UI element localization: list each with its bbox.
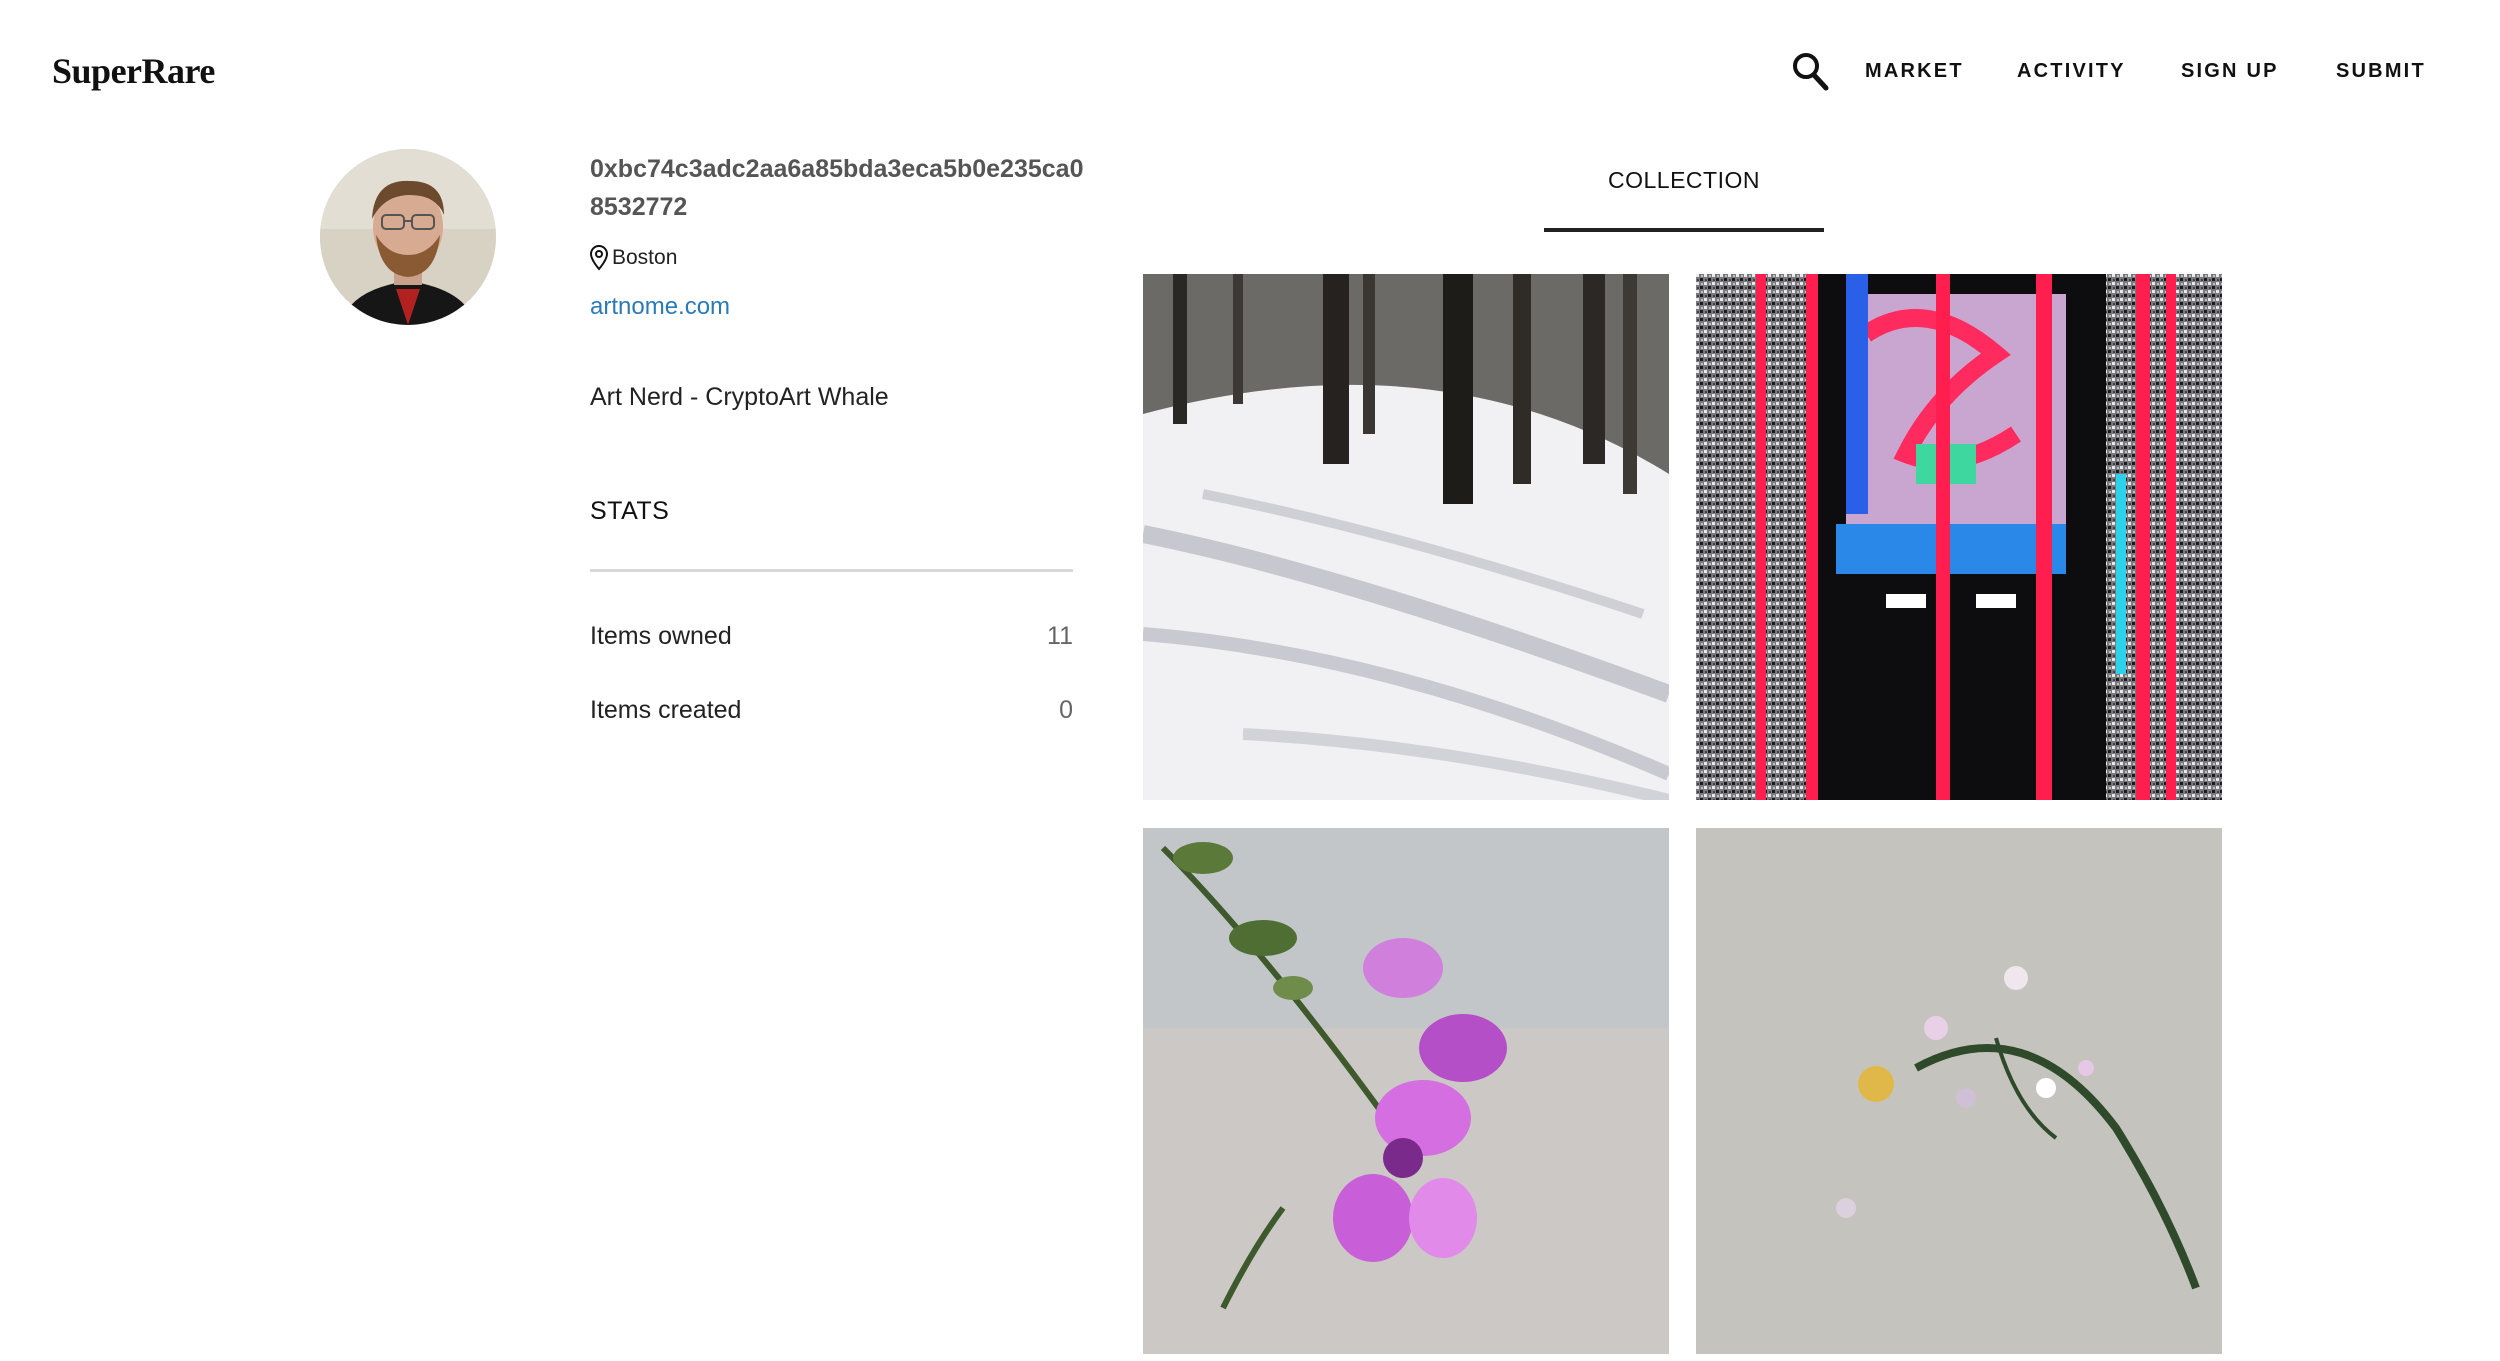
- bio: Art Nerd - CryptoArt Whale: [590, 383, 889, 411]
- wallet-address: 0xbc74c3adc2aa6a85bda3eca5b0e235ca085327…: [590, 155, 1084, 221]
- tab-collection[interactable]: COLLECTION: [1544, 167, 1824, 194]
- stat-label: Items created: [590, 696, 742, 724]
- tab-active-underline: [1544, 228, 1824, 232]
- stat-value: 11: [1047, 622, 1073, 650]
- location-pin-icon: [590, 245, 608, 271]
- superrare-logo[interactable]: SuperRare: [52, 50, 215, 92]
- nav-sign-up[interactable]: SIGN UP: [2181, 60, 2279, 83]
- nav-activity[interactable]: ACTIVITY: [2017, 60, 2126, 83]
- location: Boston: [590, 245, 677, 271]
- location-label: Boston: [612, 246, 678, 269]
- stats-heading: STATS: [590, 497, 670, 525]
- website-link[interactable]: artnome.com: [590, 293, 730, 321]
- artwork-tile-snow-forest[interactable]: [1143, 274, 1669, 800]
- artwork-tile-purple-flower[interactable]: [1143, 828, 1669, 1354]
- stat-value: 0: [1059, 696, 1073, 724]
- artwork-tile-glitch-abstract[interactable]: [1696, 274, 2222, 800]
- stat-row-items-owned: Items owned 11: [590, 622, 1073, 651]
- nav-submit[interactable]: SUBMIT: [2336, 60, 2426, 83]
- artwork-tile-white-flowers[interactable]: [1696, 828, 2222, 1354]
- avatar: [320, 149, 496, 325]
- stat-row-items-created: Items created 0: [590, 696, 1073, 725]
- stats-divider: [590, 569, 1073, 572]
- stat-label: Items owned: [590, 622, 732, 650]
- search-icon[interactable]: [1790, 50, 1830, 92]
- nav-market[interactable]: MARKET: [1865, 60, 1964, 83]
